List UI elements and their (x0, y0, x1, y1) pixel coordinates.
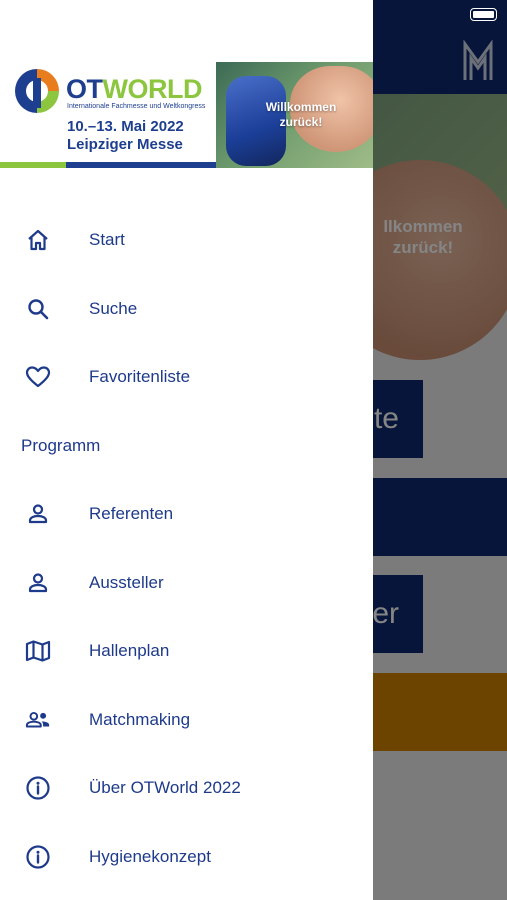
people-icon (25, 707, 51, 733)
menu-item-hygiene[interactable]: Hygienekonzept (0, 823, 373, 892)
info-icon (25, 844, 51, 870)
menu-item-label: Favoritenliste (89, 367, 191, 387)
menu-item-aussteller[interactable]: Aussteller (0, 549, 373, 618)
menu-item-favorites[interactable]: Favoritenliste (0, 343, 373, 412)
otworld-wordmark: OTWORLD (66, 74, 202, 104)
menu-item-label: Start (89, 230, 125, 250)
person-icon (25, 570, 51, 596)
drawer-banner: OTWORLD Internationale Fachmesse und Wel… (0, 62, 373, 168)
menu-item-hallenplan[interactable]: Hallenplan (0, 617, 373, 686)
menu-item-label: Über OTWorld 2022 (89, 778, 241, 798)
map-icon (25, 638, 51, 664)
heart-icon (25, 364, 51, 390)
battery-icon (470, 8, 497, 21)
menu-item-matchmaking[interactable]: Matchmaking (0, 686, 373, 755)
search-icon (25, 296, 51, 322)
banner-subtitle: Internationale Fachmesse und Weltkongres… (67, 103, 206, 110)
info-icon (25, 775, 51, 801)
banner-image: Willkommen zurück! (216, 62, 373, 168)
menu-item-label: Aussteller (89, 572, 164, 592)
menu-item-label: Referenten (89, 504, 174, 524)
menu-item-about[interactable]: Über OTWorld 2022 (0, 754, 373, 823)
section-title-programm: Programm (21, 435, 101, 455)
navigation-drawer: OTWORLD Internationale Fachmesse und Wel… (0, 0, 373, 900)
menu-item-label: Hygienekonzept (89, 846, 211, 866)
menu-item-referenten[interactable]: Referenten (0, 480, 373, 549)
menu-item-label: Hallenplan (89, 641, 170, 661)
person-icon (25, 501, 51, 527)
drawer-menu: Start Suche Favoritenliste Programm Refe… (0, 206, 373, 891)
menu-item-label: Suche (89, 298, 138, 318)
banner-date-venue: 10.–13. Mai 2022 Leipziger Messe (67, 118, 184, 153)
home-icon (25, 227, 51, 253)
otworld-logo-icon (15, 69, 59, 113)
menu-item-label: Matchmaking (89, 709, 191, 729)
status-bar (470, 8, 497, 21)
menu-item-search[interactable]: Suche (0, 275, 373, 344)
banner-welcome-text: Willkommen zurück! (265, 100, 337, 129)
menu-item-start[interactable]: Start (0, 206, 373, 275)
